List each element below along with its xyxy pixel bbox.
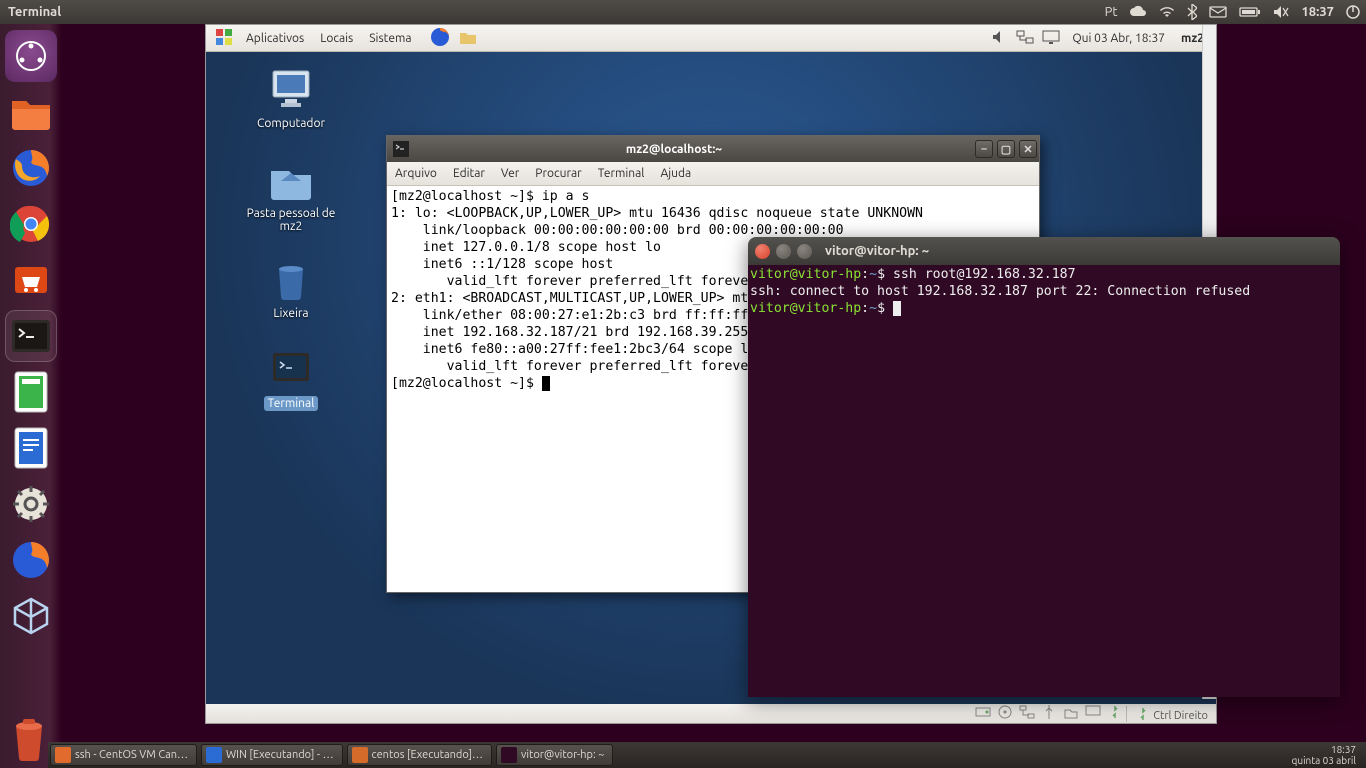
maximize-button[interactable]: ▢ <box>997 140 1015 158</box>
menu-terminal[interactable]: Terminal <box>590 167 653 180</box>
firefox-icon <box>55 747 71 763</box>
vm-status-bar: Ctrl Direito <box>205 704 1217 724</box>
guest-menu-places[interactable]: Locais <box>312 32 361 45</box>
desktop-trash-icon[interactable]: Lixeira <box>241 255 341 320</box>
guest-terminal-menubar: Arquivo Editar Ver Procurar Terminal Aju… <box>387 162 1039 186</box>
guest-nautilus-icon[interactable] <box>454 27 482 50</box>
cloud-icon[interactable] <box>1123 5 1153 19</box>
maximize-button[interactable] <box>797 244 812 259</box>
clock[interactable]: 18:37 <box>1295 5 1340 19</box>
term-line: 1: lo: <LOOPBACK,UP,LOWER_UP> mtu 16436 … <box>391 206 931 221</box>
cursor-icon <box>542 376 550 391</box>
settings-icon[interactable] <box>5 478 57 530</box>
chrome-icon[interactable] <box>5 198 57 250</box>
term-line: inet 127.0.0.1/8 scope host lo <box>391 240 661 255</box>
software-center-icon[interactable] <box>5 254 57 306</box>
taskbar-clock[interactable]: 18:37 quinta 03 abril <box>1282 744 1366 766</box>
ubuntu-top-panel: Terminal Pt 18:37 <box>0 0 1366 24</box>
status-display-icon[interactable] <box>1082 704 1104 723</box>
terminal-launcher-icon[interactable] <box>5 310 57 362</box>
minimize-button[interactable]: – <box>975 140 993 158</box>
menu-procurar[interactable]: Procurar <box>527 167 589 180</box>
menu-ajuda[interactable]: Ajuda <box>652 167 699 180</box>
bluetooth-icon[interactable] <box>1181 4 1203 20</box>
guest-network-icon[interactable] <box>1012 30 1038 47</box>
guest-menu-icon[interactable] <box>210 27 238 50</box>
term-line: inet6 ::1/128 scope host <box>391 257 621 272</box>
term-line: [mz2@localhost ~]$ ip a s <box>391 189 590 204</box>
firefox-icon[interactable] <box>5 142 57 194</box>
menu-arquivo[interactable]: Arquivo <box>387 167 445 180</box>
terminal-icon <box>501 747 517 763</box>
status-capture-icon[interactable] <box>1104 704 1126 723</box>
virtualbox-icon[interactable] <box>5 590 57 642</box>
writer-icon[interactable] <box>5 422 57 474</box>
status-shared-icon[interactable] <box>1060 704 1082 723</box>
session-icon[interactable] <box>1340 5 1366 19</box>
close-button[interactable] <box>755 244 770 259</box>
firefox2-icon[interactable] <box>5 534 57 586</box>
minimize-button[interactable] <box>776 244 791 259</box>
battery-icon[interactable] <box>1233 6 1267 18</box>
unity-launcher <box>0 24 62 768</box>
menu-ver[interactable]: Ver <box>493 167 527 180</box>
guest-terminal-titlebar[interactable]: mz2@localhost:~ – ▢ ✕ <box>387 136 1039 162</box>
guest-display-icon[interactable] <box>1038 30 1064 47</box>
menu-editar[interactable]: Editar <box>445 167 493 180</box>
term-prompt: [mz2@localhost ~]$ <box>391 376 542 391</box>
term-line: inet6 fe80::a00:27ff:fee1:2bc3/64 scope … <box>391 342 780 357</box>
active-app-name: Terminal <box>0 5 61 19</box>
term-line: valid_lft forever preferred_lft forever <box>391 359 756 374</box>
host-terminal-body[interactable]: vitor@vitor-hp:~$ ssh root@192.168.32.18… <box>748 265 1340 697</box>
ssh-error-line: ssh: connect to host 192.168.32.187 port… <box>750 284 1250 299</box>
close-button[interactable]: ✕ <box>1019 140 1037 158</box>
host-key-label[interactable]: Ctrl Direito <box>1126 706 1216 722</box>
guest-volume-icon[interactable] <box>988 30 1012 47</box>
status-cd-icon[interactable] <box>994 704 1016 723</box>
desktop-terminal-icon[interactable]: Terminal <box>241 345 341 410</box>
cursor-icon <box>893 301 901 316</box>
taskbar-item[interactable]: vitor@vitor-hp: ~ <box>496 744 613 766</box>
host-terminal-title: vitor@vitor-hp: ~ <box>819 244 1332 258</box>
taskbar-item[interactable]: ssh - CentOS VM Can… <box>50 744 197 766</box>
dash-icon[interactable] <box>5 30 57 82</box>
host-terminal-window: vitor@vitor-hp: ~ vitor@vitor-hp:~$ ssh … <box>748 237 1340 697</box>
guest-menu-system[interactable]: Sistema <box>361 32 419 45</box>
guest-terminal-title: mz2@localhost:~ <box>375 143 973 156</box>
files-icon[interactable] <box>5 86 57 138</box>
desktop-computer-icon[interactable]: Computador <box>241 65 341 130</box>
host-terminal-titlebar[interactable]: vitor@vitor-hp: ~ <box>748 237 1340 265</box>
volume-icon[interactable] <box>1267 5 1295 19</box>
guest-clock[interactable]: Qui 03 Abr, 18:37 <box>1064 32 1173 45</box>
term-line: link/loopback 00:00:00:00:00:00 brd 00:0… <box>391 223 844 238</box>
calc-icon[interactable] <box>5 366 57 418</box>
vbox-icon <box>206 747 222 763</box>
vbox-icon <box>352 747 368 763</box>
taskbar-item[interactable]: centos [Executando]… <box>347 744 492 766</box>
wifi-icon[interactable] <box>1153 5 1181 19</box>
status-hd-icon[interactable] <box>972 704 994 723</box>
term-line: valid_lft forever preferred_lft forever <box>391 274 756 289</box>
mail-icon[interactable] <box>1203 6 1233 18</box>
status-usb-icon[interactable] <box>1038 704 1060 723</box>
status-net-icon[interactable] <box>1016 704 1038 723</box>
taskbar-item[interactable]: WIN [Executando] - … <box>201 744 343 766</box>
keyboard-indicator[interactable]: Pt <box>1099 5 1124 19</box>
guest-firefox-icon[interactable] <box>426 27 454 50</box>
guest-menu-apps[interactable]: Aplicativos <box>238 32 312 45</box>
guest-top-panel: Aplicativos Locais Sistema Qui 03 Abr, 1… <box>206 25 1216 52</box>
host-bottom-panel: ssh - CentOS VM Can… WIN [Executando] - … <box>48 742 1366 768</box>
desktop-home-icon[interactable]: Pasta pessoal de mz2 <box>241 155 341 233</box>
